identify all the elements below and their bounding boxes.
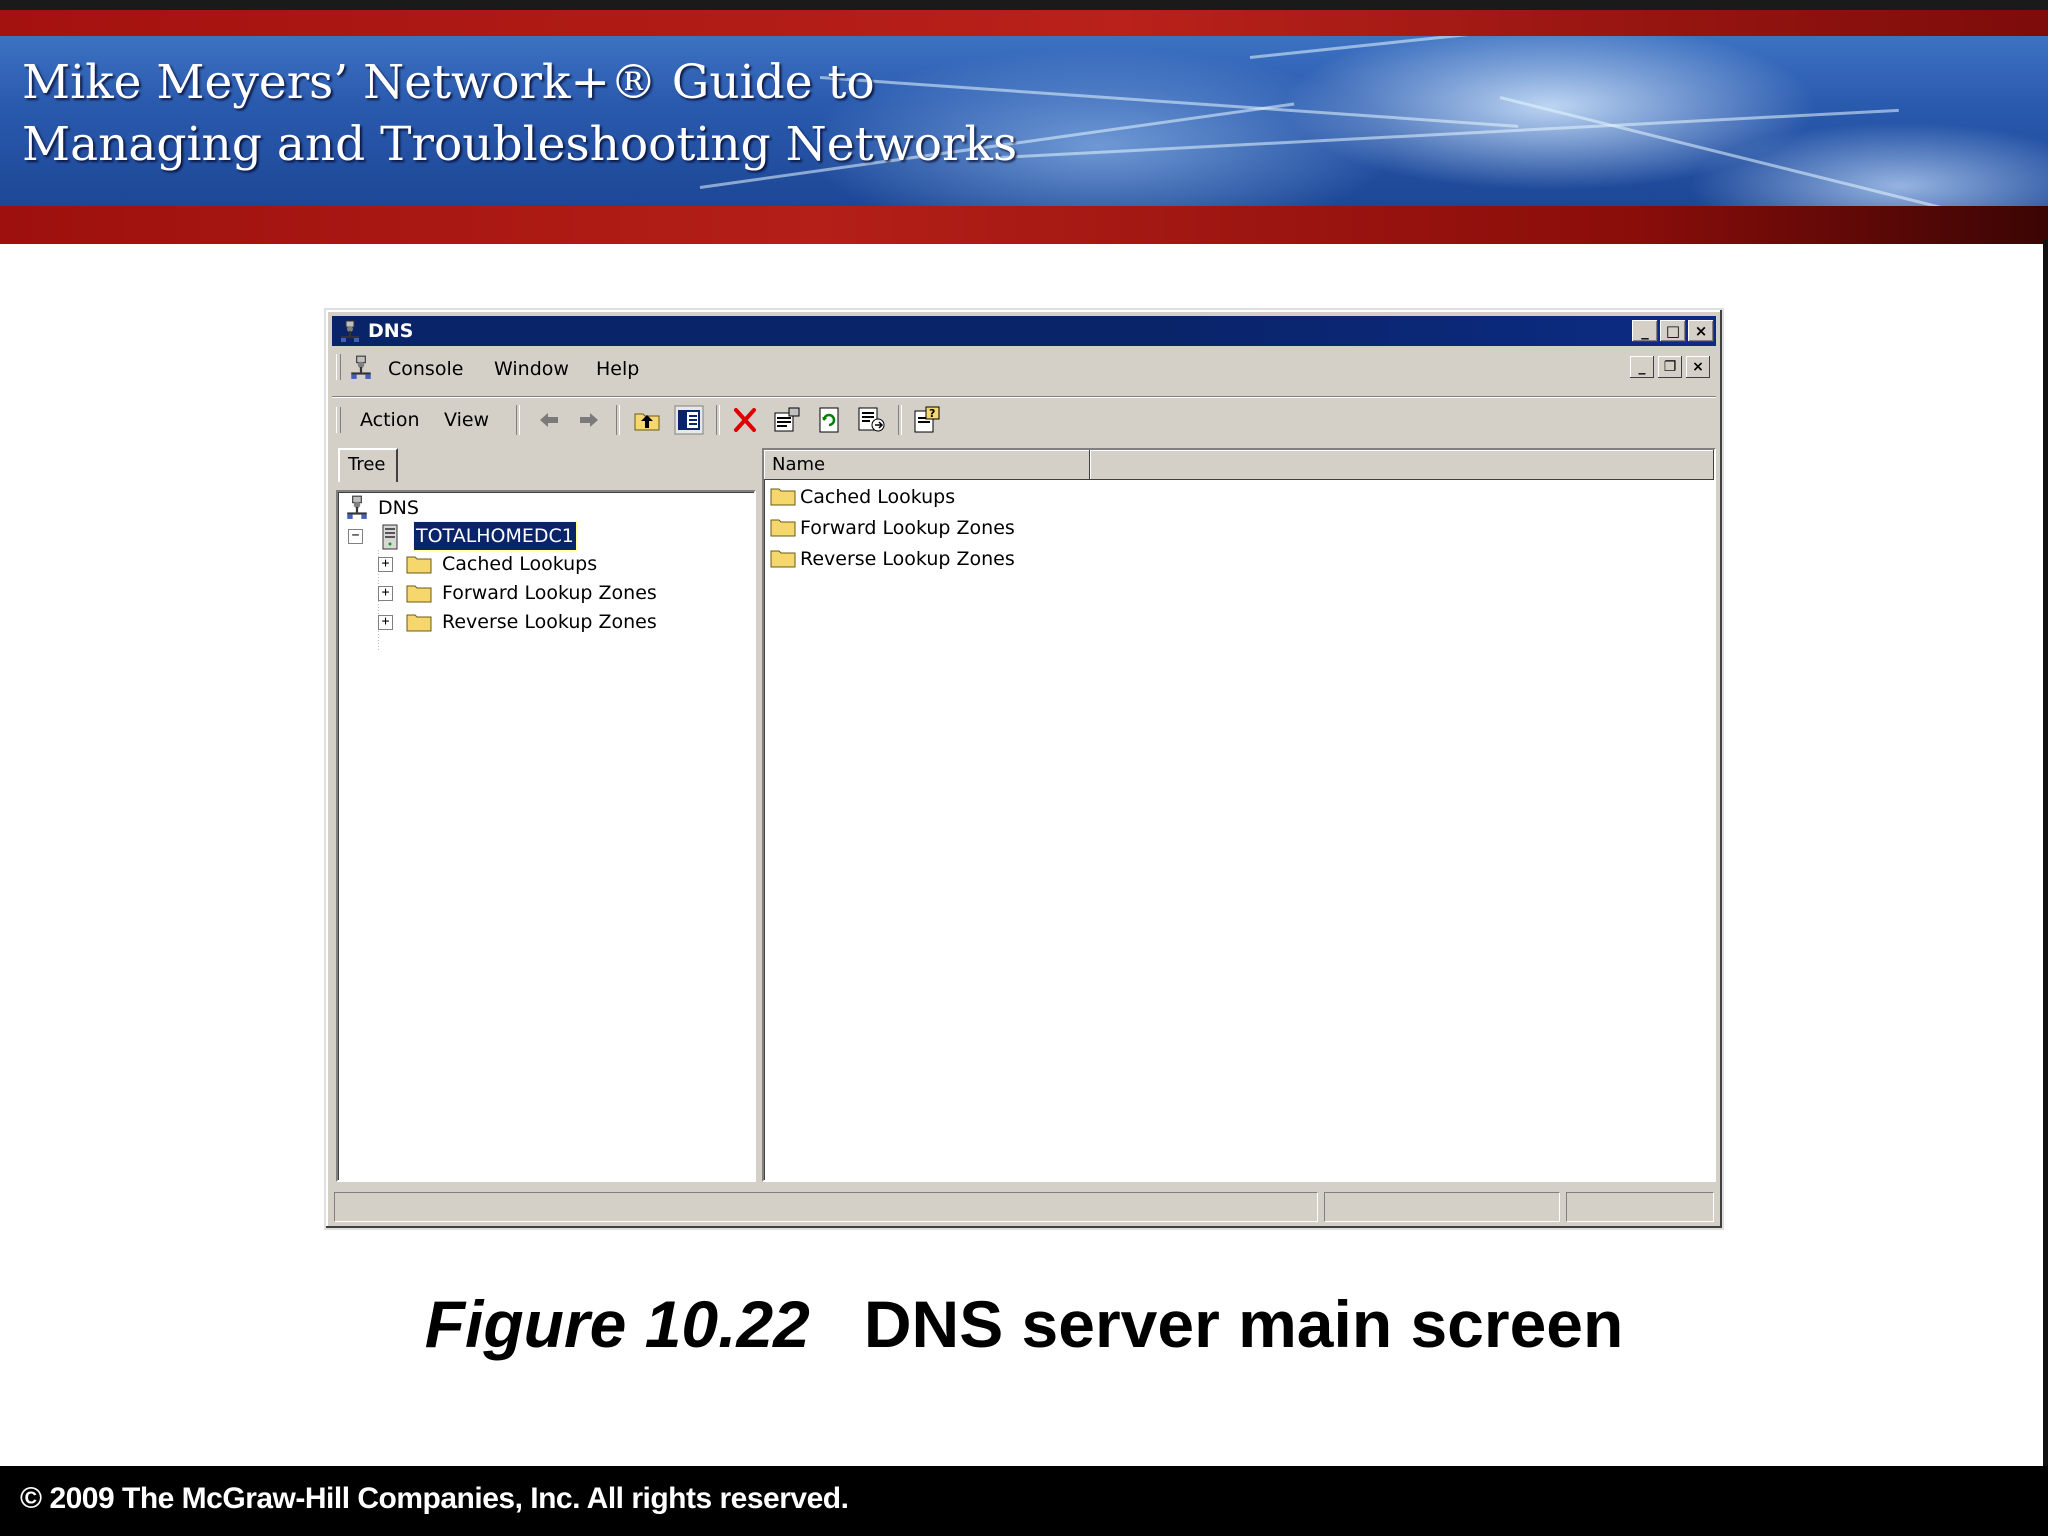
status-cell-main bbox=[334, 1192, 1318, 1222]
properties-icon[interactable] bbox=[772, 405, 802, 435]
list-item-label: Forward Lookup Zones bbox=[800, 517, 1015, 539]
list-item-label: Reverse Lookup Zones bbox=[800, 548, 1015, 570]
delete-icon[interactable] bbox=[730, 405, 760, 435]
slide-title: Mike Meyers’ Network+® Guide to Managing… bbox=[22, 52, 1122, 176]
copyright-text: © 2009 The McGraw-Hill Companies, Inc. A… bbox=[20, 1482, 849, 1515]
banner-red-stripe-bottom bbox=[0, 206, 2048, 244]
list-item-label: Cached Lookups bbox=[800, 486, 956, 508]
toolbar-separator bbox=[898, 405, 902, 435]
toolbar-separator bbox=[716, 405, 720, 435]
slide-title-line2: Managing and Troubleshooting Networks bbox=[22, 117, 1018, 172]
dns-window: DNS _ □ × Console Window Help _ ❐ × Acti… bbox=[324, 308, 1724, 1230]
refresh-icon[interactable] bbox=[814, 405, 844, 435]
folder-icon bbox=[770, 519, 796, 537]
maximize-button[interactable]: □ bbox=[1660, 320, 1686, 342]
folder-icon bbox=[406, 556, 432, 574]
toolbar-grip[interactable] bbox=[336, 407, 341, 433]
column-header-empty[interactable] bbox=[1090, 450, 1714, 480]
help-icon[interactable]: ? bbox=[912, 405, 942, 435]
menu-action[interactable]: Action bbox=[360, 409, 420, 431]
mdi-restore-button[interactable]: ❐ bbox=[1658, 356, 1682, 378]
mdi-minimize-button[interactable]: _ bbox=[1630, 356, 1654, 378]
close-button[interactable]: × bbox=[1688, 320, 1714, 342]
show-hide-tree-icon[interactable] bbox=[674, 405, 704, 435]
minimize-button[interactable]: _ bbox=[1632, 320, 1658, 342]
figure-number: Figure 10.22 bbox=[424, 1287, 810, 1361]
tab-tree[interactable]: Tree bbox=[338, 448, 398, 482]
tree-node-label: DNS bbox=[378, 497, 419, 519]
expand-icon[interactable]: + bbox=[378, 557, 393, 572]
menubar: Console Window Help _ ❐ × bbox=[332, 350, 1716, 386]
expand-icon[interactable]: + bbox=[378, 586, 393, 601]
back-icon[interactable] bbox=[534, 405, 564, 435]
folder-icon bbox=[406, 614, 432, 632]
mdi-close-button[interactable]: × bbox=[1686, 356, 1710, 378]
up-one-level-icon[interactable] bbox=[632, 405, 662, 435]
expand-icon[interactable]: + bbox=[378, 615, 393, 630]
menubar-grip[interactable] bbox=[336, 354, 341, 380]
status-bar bbox=[334, 1192, 1714, 1222]
menu-window[interactable]: Window bbox=[494, 358, 569, 380]
folder-icon bbox=[406, 585, 432, 603]
dns-console-icon bbox=[347, 495, 367, 519]
menu-console[interactable]: Console bbox=[388, 358, 463, 380]
dns-console-icon bbox=[341, 320, 359, 342]
tree-node-label-selected: TOTALHOMEDC1 bbox=[413, 521, 577, 551]
server-icon bbox=[382, 524, 398, 550]
figure-caption: Figure 10.22 DNS server main screen bbox=[0, 1286, 2048, 1362]
svg-text:?: ? bbox=[929, 407, 935, 420]
folder-icon bbox=[770, 488, 796, 506]
tree-node-label: Forward Lookup Zones bbox=[442, 582, 657, 604]
slide-title-line1: Mike Meyers’ Network+® Guide to bbox=[22, 55, 875, 110]
tree-node-label: Reverse Lookup Zones bbox=[442, 611, 657, 633]
banner-top-rule bbox=[0, 0, 2048, 10]
export-list-icon[interactable] bbox=[856, 405, 886, 435]
figure-caption-text: DNS server main screen bbox=[863, 1287, 1624, 1361]
toolbar-separator bbox=[516, 405, 520, 435]
toolbar-separator bbox=[616, 405, 620, 435]
tree-node-server[interactable]: − TOTALHOMEDC1 bbox=[344, 521, 644, 551]
slide-footer: © 2009 The McGraw-Hill Companies, Inc. A… bbox=[0, 1466, 2048, 1536]
folder-icon bbox=[770, 550, 796, 568]
status-cell-2 bbox=[1324, 1192, 1560, 1222]
tree-node-label: Cached Lookups bbox=[442, 553, 598, 575]
collapse-icon[interactable]: − bbox=[348, 529, 363, 544]
menu-help[interactable]: Help bbox=[596, 358, 639, 380]
banner-red-stripe-top bbox=[0, 10, 2048, 36]
menu-view[interactable]: View bbox=[444, 409, 489, 431]
window-titlebar[interactable]: DNS _ □ × bbox=[332, 316, 1716, 346]
tree-pane: DNS − TOTALHOMEDC1 + Cached Lookups + Fo… bbox=[336, 490, 756, 1182]
toolbar: Action View ? bbox=[332, 396, 1716, 439]
forward-icon[interactable] bbox=[574, 405, 604, 435]
list-pane: Name Cached Lookups Forward Lookup Zones… bbox=[762, 448, 1716, 1182]
console-menu-icon bbox=[351, 355, 371, 379]
slide-right-edge bbox=[2043, 240, 2048, 1466]
status-cell-3 bbox=[1566, 1192, 1714, 1222]
column-header-name[interactable]: Name bbox=[764, 450, 1090, 480]
window-title: DNS bbox=[368, 320, 414, 342]
